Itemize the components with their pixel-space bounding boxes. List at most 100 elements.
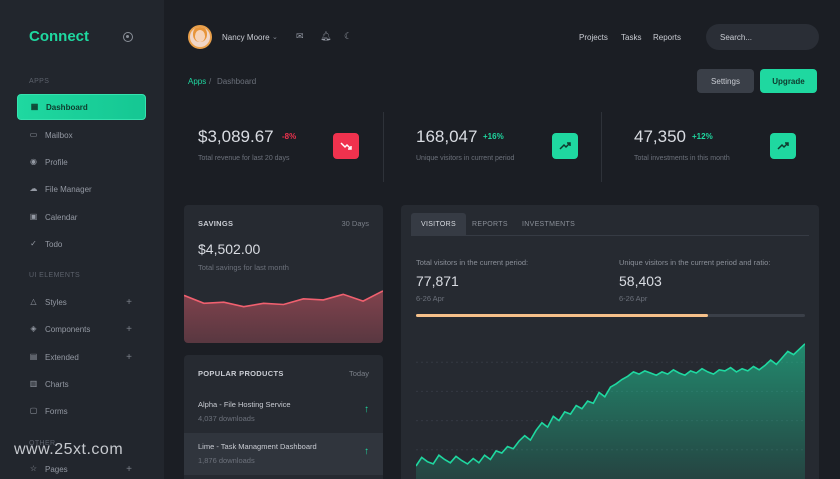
stat-divider: [601, 112, 602, 182]
stat-visitors-delta: +16%: [483, 132, 504, 141]
product-name: Alpha - File Hosting Service: [198, 400, 291, 409]
arrow-up-icon: ↑: [364, 446, 369, 457]
expand-plus-icon[interactable]: +: [126, 352, 132, 363]
visitors-total-label: Total visitors in the current period:: [416, 258, 529, 267]
popular-products-card: POPULAR PRODUCTS Today Alpha - File Host…: [184, 355, 383, 479]
progress-fill: [416, 314, 708, 317]
sidebar-item-styles[interactable]: △ Styles +: [17, 289, 146, 315]
breadcrumb-separator: /: [209, 77, 212, 86]
sidebar-item-label: Mailbox: [45, 130, 73, 140]
sidebar-item-label: Styles: [45, 297, 67, 307]
tab-underline: [411, 235, 809, 236]
top-link-reports[interactable]: Reports: [653, 33, 681, 42]
trending-up-icon: [552, 133, 578, 159]
product-name: Lime - Task Managment Dashboard: [198, 442, 317, 451]
stat-revenue-value: $3,089.67: [198, 127, 274, 146]
savings-value: $4,502.00: [198, 241, 261, 257]
check-icon: ✓: [30, 239, 37, 248]
tab-investments[interactable]: INVESTMENTS: [512, 213, 585, 235]
stat-investments-delta: +12%: [692, 132, 713, 141]
expand-plus-icon[interactable]: +: [126, 324, 132, 335]
stat-visitors-value: 168,047: [416, 127, 478, 146]
cloud-icon: ☁: [29, 184, 38, 193]
sidebar-item-forms[interactable]: ▢ Forms: [17, 398, 146, 424]
sidebar-item-label: File Manager: [45, 184, 92, 194]
chevron-down-icon[interactable]: ⌄: [272, 33, 278, 41]
stat-investments-caption: Total investments in this month: [634, 155, 730, 162]
sidebar-item-label: Profile: [45, 157, 68, 167]
popular-period: Today: [348, 369, 369, 378]
progress-track: [416, 314, 805, 317]
visitors-card: VISITORS REPORTS INVESTMENTS Total visit…: [401, 205, 819, 479]
sidebar-item-pages[interactable]: ☆ Pages +: [17, 456, 146, 479]
list-item[interactable]: Lime - Task Managment Dashboard 1,876 do…: [184, 433, 383, 475]
user-icon: ◉: [30, 157, 37, 166]
breadcrumb-current: Dashboard: [217, 77, 257, 86]
list-item[interactable]: Alpha - File Hosting Service 4,037 downl…: [184, 391, 383, 433]
top-link-tasks[interactable]: Tasks: [621, 33, 641, 42]
sidebar-toggle-icon[interactable]: [123, 32, 133, 42]
star-icon: ☆: [29, 464, 38, 473]
arrow-up-icon: ↑: [364, 404, 369, 415]
visitors-unique-label: Unique visitors in the current period an…: [619, 258, 771, 267]
sidebar-item-todo[interactable]: ✓ Todo: [17, 231, 146, 257]
stat-visitors-caption: Unique visitors in current period: [416, 155, 515, 162]
grid-icon: ▦: [30, 102, 39, 111]
section-label-apps: Apps: [29, 78, 50, 85]
briefcase-icon: ▤: [29, 352, 38, 361]
sidebar-item-label: Calendar: [45, 212, 78, 222]
savings-period: 30 Days: [341, 219, 369, 228]
sidebar-item-file-manager[interactable]: ☁ File Manager: [17, 176, 146, 202]
bar-chart-icon: ▥: [29, 379, 38, 388]
tab-visitors[interactable]: VISITORS: [411, 213, 466, 235]
visitors-area-chart: [416, 343, 805, 479]
expand-plus-icon[interactable]: +: [126, 297, 132, 308]
settings-button[interactable]: Settings: [697, 69, 754, 93]
layers-icon: ◈: [30, 324, 37, 333]
breadcrumb-apps[interactable]: Apps: [188, 77, 206, 86]
product-downloads: 1,876 downloads: [198, 456, 255, 465]
savings-card: SAVINGS 30 Days $4,502.00 Total savings …: [184, 205, 383, 343]
sidebar-item-label: Components: [45, 324, 91, 334]
savings-caption: Total savings for last month: [198, 263, 289, 272]
series-area: [184, 290, 383, 343]
sidebar-item-charts[interactable]: ▥ Charts: [17, 371, 146, 397]
stat-revenue-delta: -8%: [282, 132, 297, 141]
savings-title: SAVINGS: [198, 219, 234, 228]
sidebar-item-components[interactable]: ◈ Components +: [17, 316, 146, 342]
stat-investments-value: 47,350: [634, 127, 686, 146]
visitors-total-value: 77,871: [416, 273, 459, 289]
user-name[interactable]: Nancy Moore: [222, 33, 270, 42]
brand-logo[interactable]: Connect: [29, 28, 89, 45]
sidebar-item-calendar[interactable]: ▣ Calendar: [17, 204, 146, 230]
sidebar-item-dashboard[interactable]: ▦ Dashboard: [17, 94, 146, 120]
inbox-icon: ▭: [29, 130, 38, 139]
form-icon: ▢: [29, 406, 38, 415]
tab-reports[interactable]: REPORTS: [462, 213, 518, 235]
sidebar-item-label: Charts: [45, 379, 69, 389]
upgrade-button[interactable]: Upgrade: [760, 69, 817, 93]
triangle-icon: △: [30, 297, 37, 306]
sidebar-item-mailbox[interactable]: ▭ Mailbox: [17, 122, 146, 148]
savings-area-chart: [184, 290, 383, 343]
calendar-icon: ▣: [29, 212, 38, 221]
sidebar-item-profile[interactable]: ◉ Profile: [17, 149, 146, 175]
visitors-total-range: 6-26 Apr: [416, 294, 445, 303]
stat-revenue-caption: Total revenue for last 20 days: [198, 155, 290, 162]
stat-divider: [383, 112, 384, 182]
watermark: www.25xt.com: [14, 441, 124, 458]
avatar[interactable]: [188, 25, 212, 49]
search-input[interactable]: [706, 24, 819, 50]
bell-icon[interactable]: 🔔︎: [320, 32, 331, 41]
sidebar-item-label: Dashboard: [46, 102, 88, 112]
section-label-ui-elements: UI Elements: [29, 272, 81, 279]
moon-icon[interactable]: ☾: [344, 32, 352, 41]
sidebar-item-label: Pages: [45, 464, 68, 474]
visitors-unique-value: 58,403: [619, 273, 662, 289]
popular-title: POPULAR PRODUCTS: [198, 369, 284, 378]
sidebar-item-extended[interactable]: ▤ Extended +: [17, 344, 146, 370]
top-link-projects[interactable]: Projects: [579, 33, 608, 42]
expand-plus-icon[interactable]: +: [126, 464, 132, 475]
mail-icon[interactable]: ✉: [296, 32, 304, 41]
trending-down-icon: [333, 133, 359, 159]
